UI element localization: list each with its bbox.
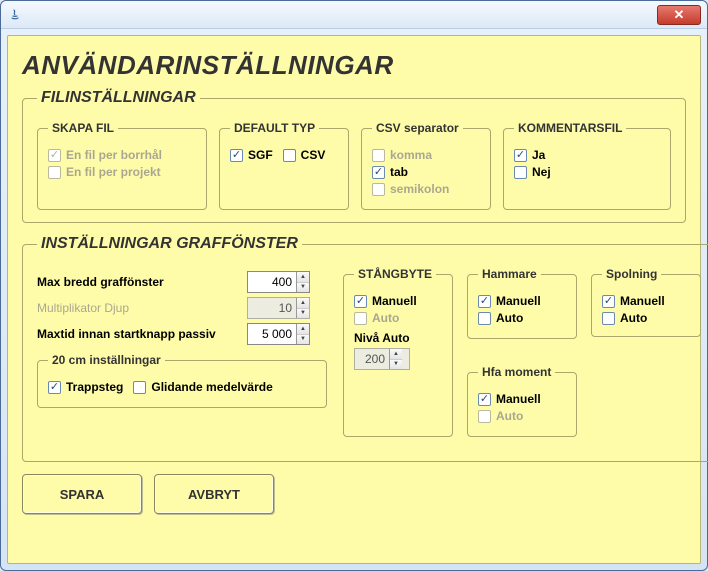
filinstallningar-legend: FILINSTÄLLNINGAR: [37, 89, 200, 107]
spinner-down-icon: ▼: [390, 360, 402, 370]
checkbox-hfa-auto: Auto: [478, 409, 566, 423]
check-icon: [514, 166, 527, 179]
cancel-button[interactable]: AVBRYT: [154, 474, 274, 514]
titlebar: ✕: [1, 1, 707, 29]
save-button[interactable]: SPARA: [22, 474, 142, 514]
stangbyte-group: STÅNGBYTE ✓ Manuell Auto Nivå Auto: [343, 267, 453, 437]
checkbox-nej[interactable]: Nej: [514, 165, 660, 179]
default-typ-group: DEFAULT TYP ✓ SGF CSV: [219, 121, 349, 210]
check-icon: [372, 183, 385, 196]
spolning-legend: Spolning: [602, 267, 661, 281]
kommentarsfil-legend: KOMMENTARSFIL: [514, 121, 626, 135]
check-icon: ✓: [478, 295, 491, 308]
check-icon: ✓: [230, 149, 243, 162]
spinner-up-icon[interactable]: ▲: [297, 272, 309, 283]
check-icon: [478, 410, 491, 423]
java-icon: [7, 7, 23, 23]
spinner-up-icon: ▲: [390, 349, 402, 360]
checkbox-spolning-manuell[interactable]: ✓ Manuell: [602, 294, 690, 308]
spinner-down-icon[interactable]: ▼: [297, 283, 309, 293]
hammare-group: Hammare ✓ Manuell Auto: [467, 267, 577, 339]
check-icon: ✓: [514, 149, 527, 162]
csv-separator-legend: CSV separator: [372, 121, 463, 135]
label-max-bredd: Max bredd graffönster: [37, 275, 247, 289]
check-icon: ✓: [354, 295, 367, 308]
input-mult-djup: [248, 298, 296, 318]
checkbox-csv[interactable]: CSV: [283, 148, 326, 162]
input-max-bredd[interactable]: [248, 272, 296, 292]
checkbox-tab[interactable]: ✓ tab: [372, 165, 480, 179]
hfa-group: Hfa moment ✓ Manuell Auto: [467, 365, 577, 437]
check-icon: [133, 381, 146, 394]
skapa-fil-group: SKAPA FIL ✓ En fil per borrhål En fil pe…: [37, 121, 207, 210]
check-icon: [478, 312, 491, 325]
check-icon: [283, 149, 296, 162]
checkbox-spolning-auto[interactable]: Auto: [602, 311, 690, 325]
input-niva-auto: [355, 349, 389, 369]
check-icon: [602, 312, 615, 325]
label-niva-auto: Nivå Auto: [354, 331, 442, 345]
checkbox-en-fil-per-borrhal: ✓ En fil per borrhål: [48, 148, 196, 162]
check-icon: [372, 149, 385, 162]
checkbox-glidande[interactable]: Glidande medelvärde: [133, 380, 272, 394]
tjugo-cm-legend: 20 cm inställningar: [48, 353, 165, 367]
csv-separator-group: CSV separator komma ✓ tab semikolon: [361, 121, 491, 210]
checkbox-komma: komma: [372, 148, 480, 162]
checkbox-hfa-manuell[interactable]: ✓ Manuell: [478, 392, 566, 406]
check-icon: ✓: [602, 295, 615, 308]
spinner-max-bredd[interactable]: ▲▼: [247, 271, 310, 293]
hfa-legend: Hfa moment: [478, 365, 555, 379]
spinner-down-icon: ▼: [297, 309, 309, 319]
checkbox-trappsteg[interactable]: ✓ Trappsteg: [48, 380, 123, 394]
hammare-legend: Hammare: [478, 267, 541, 281]
spinner-mult-djup: ▲▼: [247, 297, 310, 319]
stangbyte-legend: STÅNGBYTE: [354, 267, 436, 281]
app-window: ✕ ANVÄNDARINSTÄLLNINGAR FILINSTÄLLNINGAR…: [0, 0, 708, 571]
spinner-niva-auto: ▲▼: [354, 348, 410, 370]
page-title: ANVÄNDARINSTÄLLNINGAR: [22, 50, 686, 81]
check-icon: [354, 312, 367, 325]
check-icon: ✓: [48, 381, 61, 394]
checkbox-hammare-manuell[interactable]: ✓ Manuell: [478, 294, 566, 308]
graffonster-group: INSTÄLLNINGAR GRAFFÖNSTER Max bredd graf…: [22, 235, 708, 462]
checkbox-stang-manuell[interactable]: ✓ Manuell: [354, 294, 442, 308]
close-button[interactable]: ✕: [657, 5, 701, 25]
checkbox-semikolon: semikolon: [372, 182, 480, 196]
tjugo-cm-group: 20 cm inställningar ✓ Trappsteg Glidande…: [37, 353, 327, 408]
row-mult-djup: Multiplikator Djup ▲▼: [37, 297, 327, 319]
row-maxtid: Maxtid innan startknapp passiv ▲▼: [37, 323, 327, 345]
row-max-bredd: Max bredd graffönster ▲▼: [37, 271, 327, 293]
checkbox-ja[interactable]: ✓ Ja: [514, 148, 660, 162]
spolning-group: Spolning ✓ Manuell Auto: [591, 267, 701, 337]
checkbox-stang-auto: Auto: [354, 311, 442, 325]
content-panel: ANVÄNDARINSTÄLLNINGAR FILINSTÄLLNINGAR S…: [7, 35, 701, 564]
checkbox-sgf[interactable]: ✓ SGF: [230, 148, 273, 162]
check-icon: [48, 166, 61, 179]
spinner-maxtid[interactable]: ▲▼: [247, 323, 310, 345]
checkbox-hammare-auto[interactable]: Auto: [478, 311, 566, 325]
default-typ-legend: DEFAULT TYP: [230, 121, 319, 135]
checkbox-en-fil-per-projekt: En fil per projekt: [48, 165, 196, 179]
spinner-up-icon: ▲: [297, 298, 309, 309]
check-icon: ✓: [48, 149, 61, 162]
label-mult-djup: Multiplikator Djup: [37, 301, 247, 315]
skapa-fil-legend: SKAPA FIL: [48, 121, 118, 135]
check-icon: ✓: [372, 166, 385, 179]
filinstallningar-group: FILINSTÄLLNINGAR SKAPA FIL ✓ En fil per …: [22, 89, 686, 223]
check-icon: ✓: [478, 393, 491, 406]
graffonster-legend: INSTÄLLNINGAR GRAFFÖNSTER: [37, 235, 302, 253]
spinner-up-icon[interactable]: ▲: [297, 324, 309, 335]
input-maxtid[interactable]: [248, 324, 296, 344]
kommentarsfil-group: KOMMENTARSFIL ✓ Ja Nej: [503, 121, 671, 210]
label-maxtid: Maxtid innan startknapp passiv: [37, 327, 247, 341]
spinner-down-icon[interactable]: ▼: [297, 335, 309, 345]
